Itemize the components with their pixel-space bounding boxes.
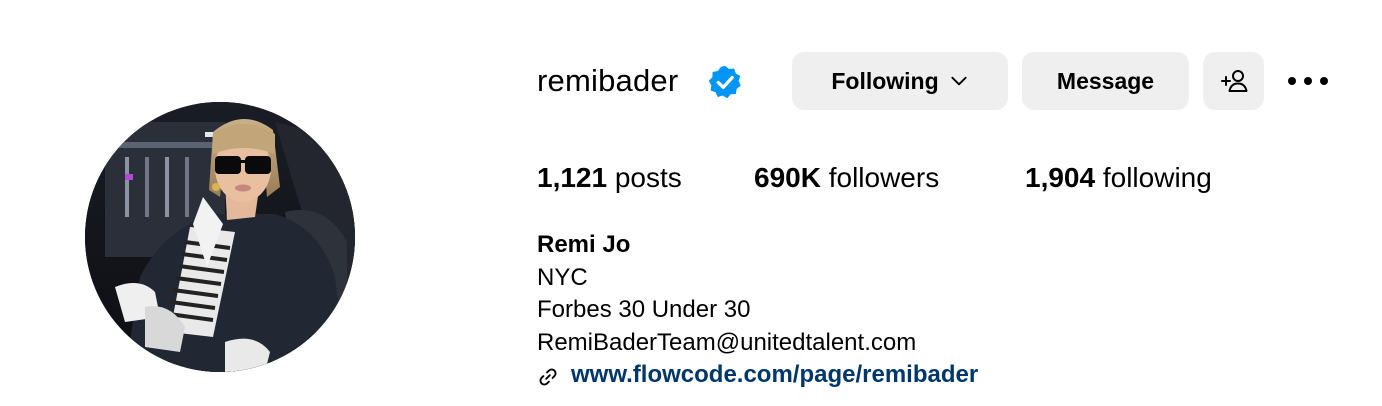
message-button-label: Message bbox=[1056, 67, 1155, 94]
add-user-icon bbox=[1220, 70, 1247, 92]
avatar[interactable] bbox=[85, 102, 355, 372]
bio-line-email: RemiBaderTeam@unitedtalent.com bbox=[537, 328, 917, 356]
message-button[interactable]: Message bbox=[1022, 52, 1189, 110]
followers-count: 690K bbox=[754, 162, 821, 193]
more-options-icon bbox=[1288, 77, 1328, 85]
following-stat[interactable]: 1,904 following bbox=[1025, 160, 1212, 196]
add-user-button[interactable] bbox=[1203, 52, 1264, 110]
following-button[interactable]: Following bbox=[792, 52, 1008, 110]
bio-line-location: NYC bbox=[537, 263, 588, 291]
profile-bio: Remi Jo NYC Forbes 30 Under 30 RemiBader… bbox=[537, 229, 978, 392]
link-icon bbox=[539, 368, 557, 386]
avatar-image bbox=[85, 102, 355, 372]
profile-username: remibader bbox=[537, 63, 679, 98]
bio-line-award: Forbes 30 Under 30 bbox=[537, 296, 751, 323]
bio-link[interactable]: www.flowcode.com/page/remibader bbox=[537, 359, 978, 392]
posts-label: posts bbox=[614, 162, 682, 193]
profile-display-name: Remi Jo bbox=[537, 231, 631, 258]
bio-link-text[interactable]: www.flowcode.com/page/remibader bbox=[571, 359, 978, 392]
chevron-down-icon bbox=[951, 76, 967, 86]
following-label: following bbox=[1102, 162, 1212, 193]
posts-stat[interactable]: 1,121 posts bbox=[537, 160, 682, 196]
followers-stat[interactable]: 690K followers bbox=[754, 160, 939, 196]
following-count: 1,904 bbox=[1025, 162, 1096, 193]
more-options-button[interactable] bbox=[1286, 66, 1330, 96]
verified-badge-icon bbox=[707, 64, 743, 100]
posts-count: 1,121 bbox=[537, 162, 608, 193]
following-button-label: Following bbox=[831, 67, 939, 94]
followers-label: followers bbox=[828, 162, 940, 193]
profile-header: remibader Following Message 1,121 posts … bbox=[0, 0, 1382, 406]
